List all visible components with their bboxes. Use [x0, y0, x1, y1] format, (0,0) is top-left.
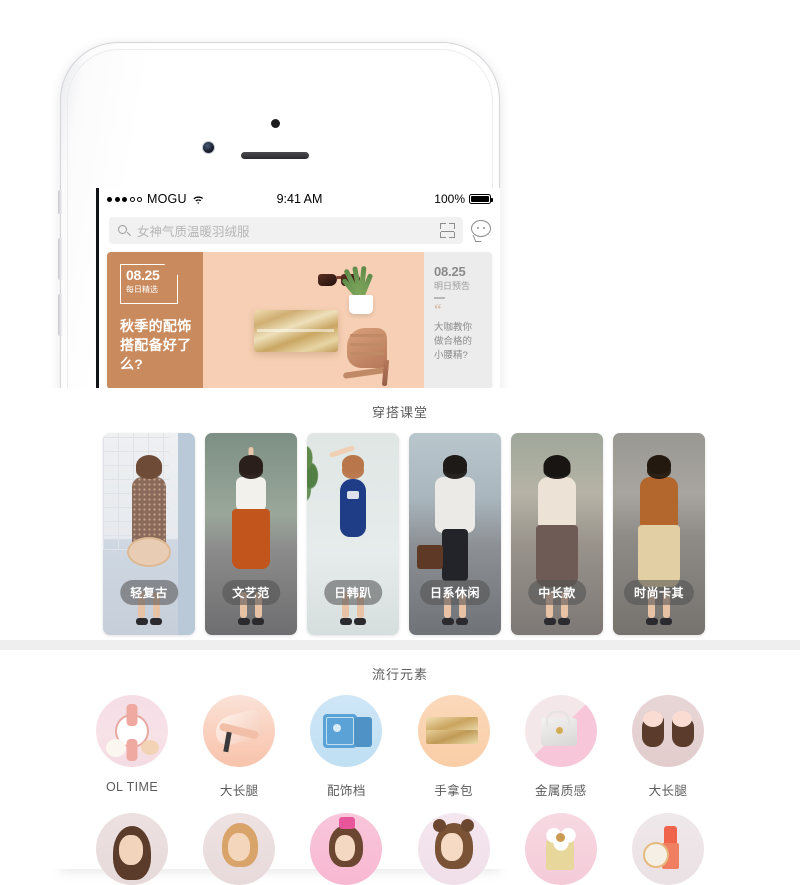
- look-card[interactable]: 中长款: [511, 433, 603, 635]
- trend-item[interactable]: 金属质感: [521, 695, 601, 799]
- section-look-class: 穿搭课堂 轻复古 文艺范 日韩趴 日系休闲 中长款 时尚卡其: [0, 388, 800, 640]
- battery-icon: [469, 194, 493, 204]
- daily-banner-card[interactable]: 08.25 每日精选 秋季的配饰 搭配备好了 么? 08.25 明日预告 “ 大…: [107, 252, 492, 389]
- trend-item-image: [524, 813, 597, 885]
- proximity-sensor: [271, 119, 280, 128]
- preview-text-line-2: 做合格的: [434, 335, 473, 347]
- trend-item-image: [417, 813, 490, 885]
- look-card[interactable]: 日系休闲: [409, 433, 501, 635]
- trend-circle-row-1: OL TIME 大长腿 配饰档 手拿包 金属质感 大长腿: [0, 695, 800, 799]
- preview-text: 大咖教你 做合格的 小腰精?: [434, 321, 484, 363]
- trend-item-image: [96, 813, 168, 885]
- trend-item[interactable]: OL TIME: [92, 695, 172, 799]
- section-divider-1: [0, 640, 800, 650]
- silent-switch[interactable]: [58, 190, 62, 214]
- preview-date: 08.25: [434, 264, 466, 279]
- banner-date-label: 每日精选: [126, 285, 158, 294]
- volume-down-button[interactable]: [58, 294, 62, 336]
- trend-item-label: 大长腿: [648, 784, 688, 798]
- look-card-label: 时尚卡其: [623, 580, 695, 605]
- banner-date: 08.25: [126, 267, 160, 283]
- search-input[interactable]: 女神气质温暖羽绒服: [109, 217, 463, 244]
- trend-item-image: [96, 695, 168, 767]
- preview-text-line-3: 小腰精?: [434, 349, 468, 361]
- volume-up-button[interactable]: [58, 238, 62, 280]
- look-card-label: 中长款: [528, 580, 586, 605]
- trend-item-image: [631, 813, 704, 885]
- trend-item-image: [417, 695, 490, 767]
- search-placeholder: 女神气质温暖羽绒服: [137, 225, 250, 239]
- banner-title-line-3: 么?: [120, 356, 144, 372]
- trend-item[interactable]: [92, 813, 172, 885]
- scan-code-icon[interactable]: [440, 223, 455, 238]
- section-trend-elements: 流行元素 OL TIME 大长腿 配饰档 手拿包 金属质感 大长腿: [0, 650, 800, 885]
- quote-mark-icon: “: [434, 301, 442, 318]
- trend-item[interactable]: [628, 813, 708, 885]
- trend-item[interactable]: 大长腿: [199, 695, 279, 799]
- status-bar-time: 9:41 AM: [276, 192, 323, 206]
- search-row: 女神气质温暖羽绒服: [99, 210, 500, 252]
- trend-item[interactable]: [306, 813, 386, 885]
- look-card-label: 日系休闲: [419, 580, 491, 605]
- trend-item-image: [310, 695, 383, 767]
- banner-date-badge: 08.25 每日精选: [120, 264, 178, 304]
- section-title-trend: 流行元素: [371, 667, 428, 682]
- trend-item-label: 金属质感: [534, 784, 587, 798]
- look-card[interactable]: 轻复古: [103, 433, 195, 635]
- look-card-label: 文艺范: [222, 580, 280, 605]
- status-bar: MOGU 9:41 AM 100%: [99, 188, 500, 210]
- look-card-label: 日韩趴: [324, 580, 382, 605]
- high-heel-illustration: [341, 322, 397, 387]
- trend-item[interactable]: 手拿包: [414, 695, 494, 799]
- look-card[interactable]: 时尚卡其: [613, 433, 705, 635]
- trend-item-image: [631, 695, 704, 767]
- banner-title-line-2: 搭配备好了: [120, 337, 192, 353]
- trend-item-image: [310, 813, 383, 885]
- banner-title: 秋季的配饰 搭配备好了 么?: [120, 317, 192, 374]
- clutch-bag-illustration: [253, 309, 338, 352]
- banner-preview-panel[interactable]: 08.25 明日预告 “ 大咖教你 做合格的 小腰精?: [424, 252, 492, 389]
- trend-item-image: [524, 695, 597, 767]
- preview-label: 明日预告: [434, 281, 471, 291]
- look-card-row: 轻复古 文艺范 日韩趴 日系休闲 中长款 时尚卡其: [0, 433, 800, 647]
- trend-item[interactable]: [199, 813, 279, 885]
- banner-photo: [203, 252, 424, 389]
- trend-item-label: 大长腿: [219, 784, 259, 798]
- preview-text-line-1: 大咖教你: [434, 321, 473, 333]
- look-card-label: 轻复古: [120, 580, 178, 605]
- phone-screen-top: MOGU 9:41 AM 100% 女神气质温暖羽绒服 08.25 每日精选 秋…: [96, 188, 500, 420]
- chat-bubble-icon[interactable]: [471, 220, 492, 242]
- look-card[interactable]: 日韩趴: [307, 433, 399, 635]
- look-card[interactable]: 文艺范: [205, 433, 297, 635]
- potted-plant-illustration: [340, 260, 380, 315]
- banner-title-line-1: 秋季的配饰: [120, 318, 192, 334]
- trend-item[interactable]: [521, 813, 601, 885]
- front-camera: [203, 142, 214, 153]
- daily-banner-wrap: 08.25 每日精选 秋季的配饰 搭配备好了 么? 08.25 明日预告 “ 大…: [99, 252, 500, 409]
- trend-item-image: [203, 695, 276, 767]
- trend-item-image: [203, 813, 276, 885]
- banner-left-panel: 08.25 每日精选 秋季的配饰 搭配备好了 么?: [107, 252, 203, 389]
- trend-item[interactable]: 大长腿: [628, 695, 708, 799]
- search-icon: [118, 224, 130, 237]
- trend-item-label: 手拿包: [434, 784, 473, 798]
- trend-item[interactable]: [414, 813, 494, 885]
- preview-divider: [434, 297, 445, 299]
- section-title-look: 穿搭课堂: [371, 405, 428, 420]
- trend-circle-row-2: [0, 813, 800, 885]
- trend-item-label: 配饰档: [327, 784, 366, 798]
- earpiece-speaker: [241, 152, 309, 159]
- trend-item[interactable]: 配饰档: [306, 695, 386, 799]
- trend-item-label: OL TIME: [105, 780, 159, 794]
